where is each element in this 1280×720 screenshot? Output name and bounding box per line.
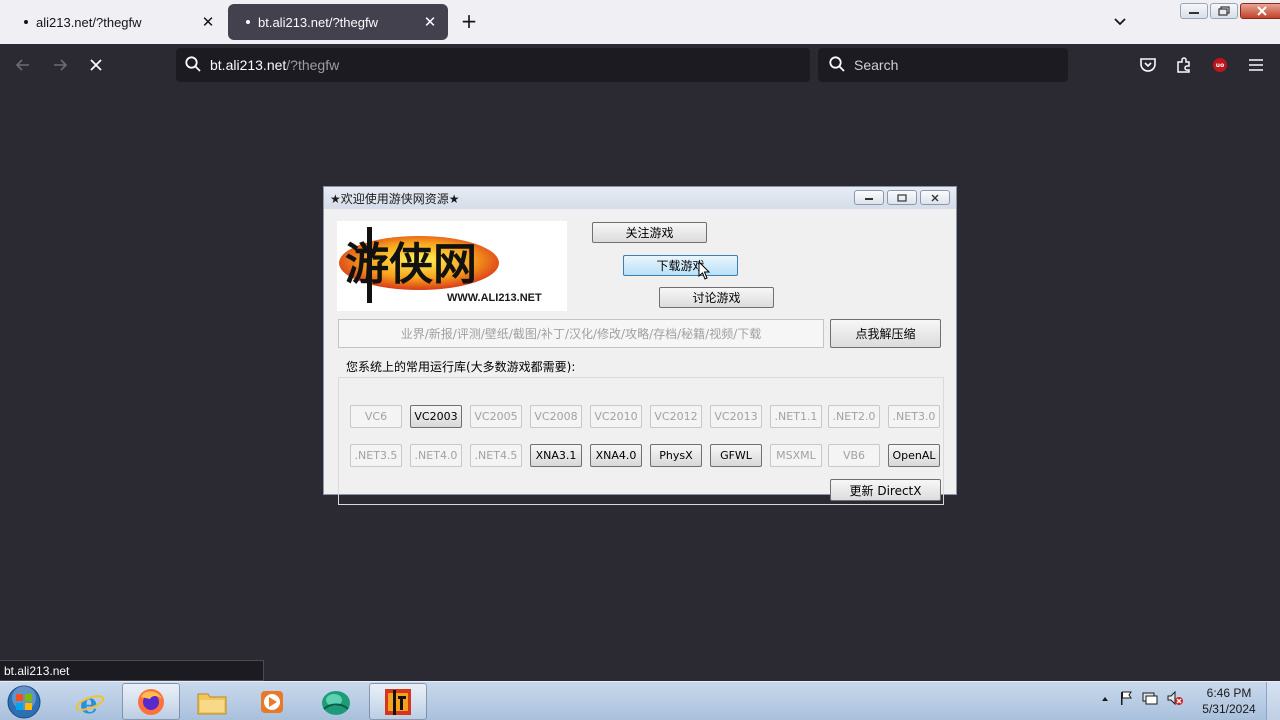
runtime-openal-button[interactable]: OpenAL [888,444,940,467]
start-button[interactable] [4,683,44,720]
runtime-net45: .NET4.5 [470,444,522,467]
taskbar-file-explorer-icon[interactable] [183,683,241,720]
show-hidden-icons-arrow-icon[interactable] [1100,693,1110,707]
taskbar-media-player-icon[interactable] [243,683,301,720]
tab-indicator-dot [24,20,28,24]
ali213-resource-dialog: ★欢迎使用游侠网资源★ 游侠网 WWW.ALI213.NET 关注游戏 下载游戏… [323,186,957,505]
windows-taskbar: e 6:46 PM 5/31/2024 [0,681,1280,720]
extract-button[interactable]: 点我解压缩 [830,319,941,348]
runtime-xna40-button[interactable]: XNA4.0 [590,444,642,467]
discuss-game-button[interactable]: 讨论游戏 [659,287,774,308]
pocket-icon[interactable] [1137,54,1159,76]
tab-strip: ali213.net/?thegfw ✕ bt.ali213.net/?theg… [0,0,1280,44]
dialog-window-controls [854,190,950,205]
logo-url-text: WWW.ALI213.NET [447,292,542,304]
dialog-titlebar[interactable]: ★欢迎使用游侠网资源★ [324,187,956,209]
dialog-title: ★欢迎使用游侠网资源★ [330,191,460,206]
taskbar-internet-explorer-icon[interactable]: e [61,683,119,720]
tab-title: ali213.net/?thegfw [36,14,142,30]
stop-loading-x-icon[interactable] [85,54,107,76]
ublock-origin-icon[interactable]: uo [1209,54,1231,76]
action-center-flag-icon[interactable] [1118,690,1134,709]
dialog-maximize-button[interactable] [887,190,917,205]
taskbar-firefox-icon[interactable] [122,683,180,720]
ublock-badge: uo [1213,58,1227,72]
minimize-window-button[interactable] [1180,3,1208,19]
runtime-msxml: MSXML [770,444,822,467]
runtime-vb6: VB6 [828,444,880,467]
runtime-net11: .NET1.1 [770,405,822,428]
window-controls [1180,3,1280,19]
list-all-tabs-chevron-icon[interactable] [1110,12,1130,32]
dialog-minimize-button[interactable] [854,190,884,205]
runtime-vc2003-button[interactable]: VC2003 [410,405,462,428]
runtime-net30: .NET3.0 [888,405,940,428]
clock-date: 5/31/2024 [1202,702,1256,716]
ali213-logo: 游侠网 WWW.ALI213.NET [337,221,567,311]
runtime-vc2008: VC2008 [530,405,582,428]
taskbar-app-globe-icon[interactable] [307,683,365,720]
runtime-xna31-button[interactable]: XNA3.1 [530,444,582,467]
address-bar[interactable]: bt.ali213.net/?thegfw [176,48,810,82]
runtime-gfwl-button[interactable]: GFWL [710,444,762,467]
taskbar-clock[interactable]: 6:46 PM 5/31/2024 [1196,685,1262,717]
category-links-bar[interactable]: 业界/新报/评测/壁纸/截图/补丁/汉化/修改/攻略/存档/秘籍/视频/下载 [338,319,824,348]
runtime-net20: .NET2.0 [828,405,880,428]
search-magnifier-icon [828,55,846,76]
update-directx-button[interactable]: 更新 DirectX [830,479,941,501]
url-path: /?thegfw [286,57,340,73]
download-game-button[interactable]: 下载游戏 [623,255,738,276]
close-tab-icon[interactable]: ✕ [200,13,216,31]
link-status-bar: bt.ali213.net [0,660,264,681]
logo-chinese-glyphs: 游侠网 [345,239,477,290]
show-desktop-button[interactable] [1266,682,1280,720]
tab-title: bt.ali213.net/?thegfw [258,14,378,30]
runtime-net35: .NET3.5 [350,444,402,467]
search-placeholder: Search [854,57,899,73]
tab-indicator-dot [246,20,250,24]
system-tray [1100,690,1184,709]
dialog-close-button[interactable] [920,190,950,205]
dialog-body: 游侠网 WWW.ALI213.NET 关注游戏 下载游戏 讨论游戏 业界/新报/… [324,209,956,505]
network-icon[interactable] [1142,690,1158,709]
runtime-vc2012: VC2012 [650,405,702,428]
tab-bt-ali213[interactable]: bt.ali213.net/?thegfw ✕ [228,4,448,40]
mouse-pointer-icon [698,261,711,280]
runtime-group-label: 您系统上的常用运行库(大多数游戏都需要): [346,360,576,374]
taskbar-ali213-app-icon[interactable] [369,683,427,720]
close-window-button[interactable] [1240,3,1280,19]
runtime-vc6: VC6 [350,405,402,428]
volume-muted-icon[interactable] [1166,690,1184,709]
url-host: bt.ali213.net [210,57,287,73]
runtime-vc2010: VC2010 [590,405,642,428]
close-tab-icon[interactable]: ✕ [422,13,438,31]
search-magnifier-icon [184,55,202,76]
follow-game-button[interactable]: 关注游戏 [592,222,707,243]
hamburger-menu-icon[interactable] [1245,54,1267,76]
forward-arrow-icon[interactable] [49,54,71,76]
runtime-physx-button[interactable]: PhysX [650,444,702,467]
extensions-puzzle-icon[interactable] [1173,54,1195,76]
tab-ali213[interactable]: ali213.net/?thegfw ✕ [6,4,226,40]
restore-window-button[interactable] [1210,3,1238,19]
clock-time: 6:46 PM [1206,686,1252,700]
navigation-bar: bt.ali213.net/?thegfw Search uo [0,44,1280,86]
new-tab-plus-icon[interactable]: + [458,10,480,32]
runtime-vc2013: VC2013 [710,405,762,428]
search-bar[interactable]: Search [818,48,1068,82]
back-arrow-icon[interactable] [12,54,34,76]
runtime-vc2005: VC2005 [470,405,522,428]
runtime-net40: .NET4.0 [410,444,462,467]
